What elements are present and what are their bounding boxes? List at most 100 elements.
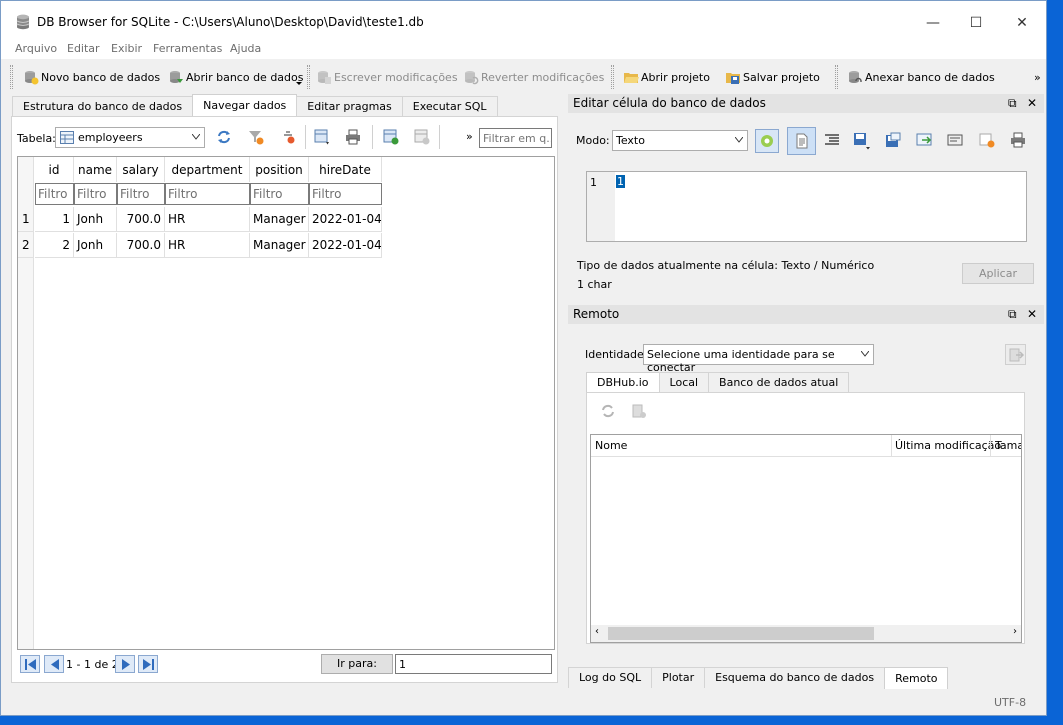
column-header-salary[interactable]: salary [117, 157, 165, 182]
word-wrap-button[interactable] [787, 127, 816, 155]
table-cell[interactable]: Jonh [74, 207, 117, 232]
refresh-icon[interactable] [216, 129, 232, 145]
tab-current-database[interactable]: Banco de dados atual [708, 372, 850, 393]
clear-sorting-icon[interactable] [280, 129, 296, 145]
previous-record-button[interactable] [44, 655, 64, 673]
new-database-label: Novo banco de dados [41, 70, 161, 84]
column-header-id[interactable]: id [35, 157, 74, 182]
close-button[interactable]: ✕ [999, 9, 1045, 37]
revert-changes-button[interactable]: Reverter modificações [463, 67, 604, 87]
horizontal-scrollbar[interactable]: ‹ › [591, 625, 1021, 642]
filter-input-department[interactable]: Filtro [165, 183, 250, 205]
first-record-button[interactable] [20, 655, 40, 673]
scroll-right-icon[interactable]: › [1013, 626, 1017, 637]
tab-execute-sql[interactable]: Executar SQL [401, 96, 498, 117]
row-header[interactable]: 2 [18, 233, 34, 258]
print-icon[interactable] [345, 129, 361, 145]
tab-db-schema[interactable]: Esquema do banco de dados [704, 667, 886, 688]
push-database-button[interactable] [1005, 344, 1026, 365]
table-cell[interactable]: 700.0 [117, 207, 165, 232]
indent-icon[interactable] [824, 132, 840, 148]
tab-dbhub[interactable]: DBHub.io [586, 372, 660, 393]
next-record-button[interactable] [115, 655, 135, 673]
menu-ajuda[interactable]: Ajuda [230, 42, 261, 55]
table-cell[interactable]: Manager [250, 233, 309, 258]
filter-input-salary[interactable]: Filtro [117, 183, 165, 205]
save-project-button[interactable]: Salvar projeto [725, 67, 820, 87]
menu-ferramentas[interactable]: Ferramentas [153, 42, 222, 55]
scrollbar-thumb[interactable] [608, 627, 874, 640]
column-header-name[interactable]: name [74, 157, 117, 182]
insert-record-icon[interactable] [383, 129, 399, 145]
undock-icon[interactable]: ⧉ [1008, 305, 1017, 324]
column-header-name[interactable]: Nome [595, 439, 627, 452]
goto-input[interactable] [395, 654, 552, 674]
table-cell[interactable]: 1 [35, 207, 74, 232]
menu-editar[interactable]: Editar [67, 42, 100, 55]
set-null-icon[interactable] [916, 132, 932, 148]
filter-input-hiredate[interactable]: Filtro [309, 183, 382, 205]
cell-editor[interactable]: 1 1 [586, 171, 1027, 242]
open-database-button[interactable]: Abrir banco de dados [168, 67, 304, 87]
print-icon[interactable] [1010, 132, 1026, 148]
toolbar-overflow-button[interactable]: » [1034, 67, 1041, 87]
filter-input-id[interactable]: Filtro [35, 183, 74, 205]
clear-filters-icon[interactable] [248, 129, 264, 145]
table-cell[interactable]: HR [165, 207, 250, 232]
menu-exibir[interactable]: Exibir [111, 42, 142, 55]
undock-icon[interactable]: ⧉ [1008, 94, 1017, 113]
table-cell[interactable]: Jonh [74, 233, 117, 258]
table-cell[interactable]: 700.0 [117, 233, 165, 258]
tab-local[interactable]: Local [658, 372, 710, 393]
tab-database-structure[interactable]: Estrutura do banco de dados [12, 96, 194, 117]
table-cell[interactable]: HR [165, 233, 250, 258]
table-cell[interactable]: 2022-01-04 [309, 233, 382, 258]
save-table-icon[interactable] [314, 129, 330, 145]
write-changes-label: Escrever modificações [334, 70, 458, 84]
open-database-dropdown-icon[interactable] [296, 82, 302, 85]
tab-sql-log[interactable]: Log do SQL [568, 667, 653, 688]
minimize-button[interactable]: — [910, 9, 956, 37]
clone-database-icon[interactable] [631, 403, 647, 419]
column-header-position[interactable]: position [250, 157, 309, 182]
main-window: DB Browser for SQLite - C:\Users\Aluno\D… [0, 0, 1047, 716]
column-header-size[interactable]: Tama [995, 439, 1021, 452]
refresh-icon[interactable] [600, 403, 616, 419]
filter-input-name[interactable]: Filtro [74, 183, 117, 205]
evaluate-icon[interactable] [947, 132, 963, 148]
identity-select[interactable]: Selecione uma identidade para se conecta… [643, 344, 874, 374]
table-cell[interactable]: 2022-01-04 [309, 207, 382, 232]
table-select[interactable]: employeers [55, 127, 205, 148]
export-icon[interactable] [885, 132, 901, 148]
attach-database-button[interactable]: Anexar banco de dados [847, 67, 995, 87]
table-cell[interactable]: 2 [35, 233, 74, 258]
new-database-button[interactable]: Novo banco de dados [23, 67, 160, 87]
clear-cell-icon[interactable] [979, 132, 995, 148]
tab-remote[interactable]: Remoto [884, 667, 949, 689]
apply-button[interactable]: Aplicar [962, 263, 1034, 284]
close-icon[interactable]: ✕ [1027, 305, 1037, 324]
close-icon[interactable]: ✕ [1027, 94, 1037, 113]
goto-button[interactable]: Ir para: [321, 654, 393, 674]
menu-arquivo[interactable]: Arquivo [15, 42, 57, 55]
filter-input-position[interactable]: Filtro [250, 183, 309, 205]
import-icon[interactable] [853, 132, 871, 150]
open-project-button[interactable]: Abrir projeto [623, 67, 710, 87]
tab-browse-data[interactable]: Navegar dados [192, 94, 298, 117]
table-cell[interactable]: Manager [250, 207, 309, 232]
last-record-button[interactable] [138, 655, 158, 673]
scroll-left-icon[interactable]: ‹ [595, 626, 599, 637]
column-header-last-modified[interactable]: Última modificação [895, 439, 1001, 452]
tab-edit-pragmas[interactable]: Editar pragmas [296, 96, 403, 117]
column-header-hiredate[interactable]: hireDate [309, 157, 382, 182]
row-header[interactable]: 1 [18, 207, 34, 232]
browse-toolbar-overflow-button[interactable]: » [466, 130, 473, 143]
filter-search-input[interactable] [479, 128, 552, 148]
maximize-button[interactable]: ☐ [953, 9, 999, 37]
column-header-department[interactable]: department [165, 157, 250, 182]
write-changes-button[interactable]: Escrever modificações [316, 67, 458, 87]
delete-record-icon[interactable] [414, 129, 430, 145]
auto-mode-button[interactable] [755, 129, 779, 153]
mode-select[interactable]: Texto [612, 130, 748, 151]
tab-plot[interactable]: Plotar [651, 667, 706, 688]
